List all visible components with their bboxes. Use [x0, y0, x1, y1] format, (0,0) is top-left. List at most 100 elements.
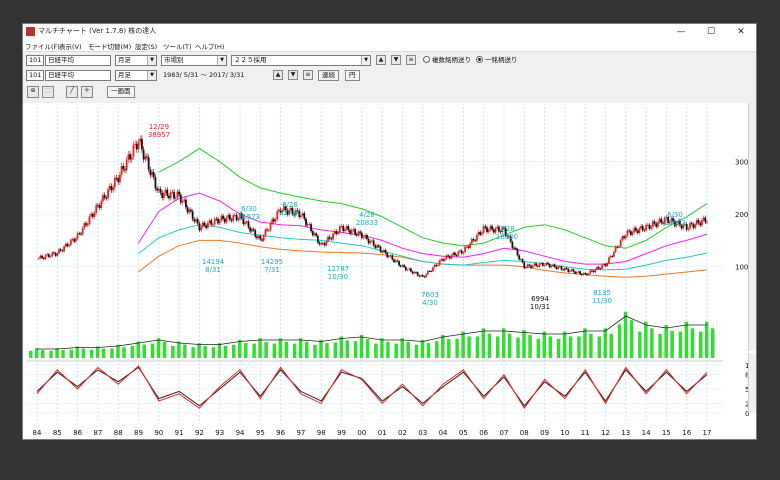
- chart-canvas[interactable]: 3000020000100001008050200848586878889909…: [23, 103, 756, 439]
- candle-body: [303, 213, 306, 219]
- candle-body: [200, 227, 203, 231]
- x-axis-label: 99: [337, 429, 346, 437]
- range-down-button[interactable]: ▼: [288, 70, 298, 80]
- x-axis-label: 08: [520, 429, 529, 437]
- blank-tool-icon[interactable]: □: [42, 86, 54, 98]
- period-select-1[interactable]: 月足 ▼: [115, 55, 157, 66]
- zoom-icon[interactable]: ⊕: [27, 86, 39, 98]
- candle-body: [475, 234, 478, 241]
- menu-settings[interactable]: 設定(S): [135, 41, 157, 51]
- period-select-2[interactable]: 月足 ▼: [115, 70, 157, 81]
- candle-body: [220, 215, 223, 221]
- candle-body: [44, 255, 47, 259]
- toolbar-row-2: 101 日経平均 月足 ▼ 1983/ 5/31 〜 2017/ 3/31 ▲ ▼…: [23, 69, 756, 83]
- index-select[interactable]: ２２５採用 ▼: [231, 55, 371, 66]
- x-axis-label: 84: [33, 429, 42, 437]
- candle-body: [252, 228, 255, 231]
- next-stock-button[interactable]: ▼: [391, 55, 401, 65]
- volume-bar: [130, 346, 135, 358]
- menu-tools[interactable]: ツール(T): [163, 41, 192, 51]
- code-field-2[interactable]: 101: [26, 70, 44, 81]
- volume-bar: [394, 343, 398, 358]
- x-axis-label: 86: [73, 429, 82, 437]
- range-up-button[interactable]: ▲: [273, 70, 283, 80]
- volume-bar: [664, 325, 668, 358]
- one-screen-button[interactable]: 一画面: [107, 86, 135, 98]
- candle-body: [702, 217, 705, 221]
- stoch-pane-scrollbar[interactable]: [748, 353, 756, 413]
- candle-body: [355, 234, 358, 236]
- annotation-date: 8/31: [205, 266, 221, 274]
- candle-body: [541, 263, 544, 266]
- candle-body: [86, 224, 89, 226]
- volume-bar: [49, 350, 53, 358]
- candle-body: [102, 194, 104, 202]
- minimize-button[interactable]: —: [666, 24, 696, 40]
- candle-body: [254, 230, 257, 237]
- volume-bar: [69, 349, 74, 358]
- candle-body: [618, 246, 620, 248]
- menu-help[interactable]: ヘルプ(H): [195, 41, 224, 51]
- range-list-button[interactable]: ≡: [303, 70, 313, 80]
- candle-body: [81, 228, 84, 235]
- candle-body: [184, 199, 187, 208]
- annotation-value: 20952: [664, 219, 686, 227]
- market-select[interactable]: 市場別 ▼: [161, 55, 227, 66]
- name-field-2[interactable]: 日経平均: [45, 70, 111, 81]
- radio-single-stock[interactable]: 一銘柄送り: [476, 56, 518, 65]
- maximize-button[interactable]: ☐: [696, 24, 726, 40]
- candle-body: [450, 255, 453, 259]
- volume-bar: [678, 331, 683, 358]
- crosshair-tool-icon[interactable]: ✛: [81, 86, 93, 98]
- volume-bar: [156, 338, 161, 358]
- period-select-1-value: 月足: [118, 56, 131, 64]
- candle-body: [641, 226, 644, 231]
- candle-body: [530, 265, 532, 268]
- candle-body: [631, 232, 634, 235]
- volume-bar: [122, 347, 126, 358]
- volume-bar: [197, 343, 201, 358]
- menu-file[interactable]: ファイル(F): [25, 41, 60, 51]
- candle-body: [198, 223, 201, 231]
- volume-bar: [110, 348, 114, 358]
- candle-body: [301, 213, 304, 216]
- candle-body: [345, 226, 348, 230]
- volume-bar: [455, 338, 459, 358]
- volume-bar: [101, 348, 106, 358]
- radio-multi-stock[interactable]: 複数銘柄送り: [423, 56, 471, 65]
- price-pane-scrollbar[interactable]: [748, 103, 756, 351]
- list-button[interactable]: ≡: [406, 55, 416, 65]
- candle-body: [188, 209, 191, 213]
- name-field-1[interactable]: 日経平均: [45, 55, 111, 66]
- candle-body: [547, 262, 549, 265]
- code-field-1[interactable]: 101: [26, 55, 44, 66]
- candle-body: [232, 215, 235, 221]
- candle-body: [173, 191, 175, 199]
- candle-body: [403, 265, 406, 267]
- annotation-value: 8135: [593, 289, 611, 297]
- close-button[interactable]: ✕: [726, 24, 756, 40]
- candle-body: [73, 238, 76, 242]
- candle-body: [472, 239, 475, 241]
- candle-body: [213, 218, 216, 225]
- volume-bar: [177, 341, 181, 358]
- line-tool-icon[interactable]: ╱: [66, 86, 78, 98]
- x-axis-label: 97: [296, 429, 305, 437]
- candle-body: [482, 226, 485, 233]
- volume-bar: [461, 331, 465, 358]
- candle-body: [103, 194, 106, 198]
- yen-button[interactable]: 円: [345, 70, 360, 81]
- candle-body: [71, 238, 74, 240]
- menu-mode[interactable]: モード切替(M): [88, 41, 131, 51]
- prev-stock-button[interactable]: ▲: [376, 55, 386, 65]
- volume-bar: [711, 328, 715, 358]
- candle-body: [201, 222, 204, 228]
- candle-body: [359, 231, 362, 233]
- volume-bar: [116, 344, 120, 358]
- link-button[interactable]: 連続: [318, 70, 339, 81]
- menu-view[interactable]: 表示(V): [59, 41, 82, 51]
- candle-body: [704, 217, 707, 223]
- candle-body: [399, 265, 402, 267]
- chevron-down-icon: ▼: [147, 71, 156, 80]
- candle-body: [125, 159, 128, 171]
